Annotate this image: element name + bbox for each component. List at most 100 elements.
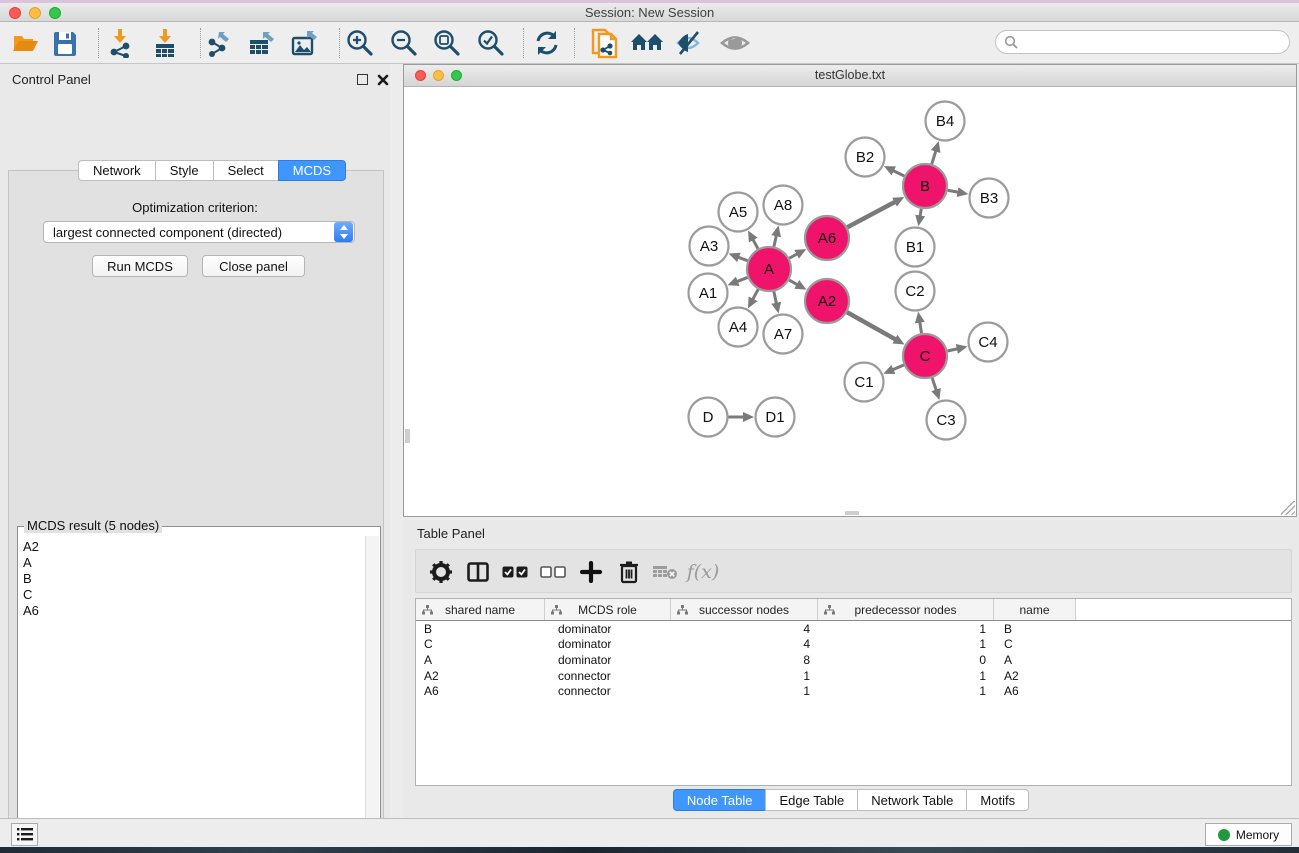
search-input[interactable] [1023, 35, 1289, 49]
home-view-icon[interactable] [630, 27, 664, 59]
network-minimize-button[interactable] [433, 70, 444, 81]
table-row[interactable]: A6connector11A6 [416, 683, 1291, 699]
table-toolbar: f(x) [415, 549, 1292, 593]
graph-edge[interactable] [892, 365, 904, 370]
import-table-icon[interactable] [148, 27, 182, 59]
mcds-result-list[interactable]: A2ABCA6 [19, 536, 365, 853]
graph-edge[interactable] [736, 277, 747, 281]
graph-edge[interactable] [892, 170, 904, 176]
column-header-shared-name[interactable]: shared name [416, 599, 545, 620]
table-cell: connector [545, 669, 671, 683]
column-header-name[interactable]: name [994, 599, 1076, 620]
run-mcds-button[interactable]: Run MCDS [92, 255, 188, 277]
vertical-scroll-thumb[interactable] [405, 429, 410, 443]
memory-label: Memory [1236, 828, 1279, 842]
export-table-icon[interactable] [245, 27, 279, 59]
tab-style[interactable]: Style [155, 160, 213, 181]
deselect-all-checkboxes-icon[interactable] [538, 557, 568, 587]
zoom-in-icon[interactable] [343, 27, 377, 59]
graph-edge[interactable] [847, 312, 896, 340]
app-titlebar: Session: New Session [0, 3, 1299, 22]
table-panel: Table Panel f(x) sh [403, 520, 1299, 818]
graph-edge[interactable] [753, 239, 758, 249]
graph-edge[interactable] [737, 257, 747, 261]
column-header-mcds-role[interactable]: MCDS role [545, 599, 671, 620]
graph-edge[interactable] [948, 190, 959, 192]
export-image-icon[interactable] [288, 27, 322, 59]
export-network-icon[interactable] [203, 27, 237, 59]
zoom-fit-icon[interactable] [430, 27, 464, 59]
table-row[interactable]: Bdominator41B [416, 621, 1291, 637]
delete-column-icon[interactable] [614, 557, 644, 587]
graph-edge[interactable] [920, 209, 921, 217]
show-all-icon[interactable] [718, 27, 752, 59]
new-network-from-selection-icon[interactable] [588, 27, 622, 59]
memory-status-icon [1218, 829, 1230, 841]
table-cell: dominator [545, 622, 671, 636]
tab-motifs[interactable]: Motifs [966, 789, 1029, 811]
graph-edge[interactable] [932, 150, 936, 164]
node-table: shared name MCDS role successor nodes pr… [415, 598, 1292, 786]
table-cell: C [416, 637, 545, 651]
minimize-window-button[interactable] [29, 7, 41, 19]
graph-edge[interactable] [774, 291, 777, 304]
save-session-icon[interactable] [48, 27, 82, 59]
graph-edge[interactable] [920, 321, 922, 333]
tab-select[interactable]: Select [213, 160, 278, 181]
mcds-result-item[interactable]: A2 [23, 539, 365, 555]
close-panel-icon[interactable] [377, 74, 389, 86]
mcds-result-item[interactable]: A6 [23, 603, 365, 619]
network-close-button[interactable] [415, 70, 426, 81]
table-cell: 4 [671, 622, 818, 636]
tab-network[interactable]: Network [78, 160, 155, 181]
graph-node-label: A6 [818, 230, 836, 247]
import-network-icon[interactable] [103, 27, 137, 59]
graph-edge[interactable] [752, 289, 758, 300]
table-cell: 1 [818, 637, 994, 651]
horizontal-scroll-thumb[interactable] [845, 511, 859, 515]
graph-edge[interactable] [789, 280, 798, 285]
open-session-icon[interactable] [8, 27, 42, 59]
zoom-selected-icon[interactable] [474, 27, 508, 59]
zoom-out-icon[interactable] [387, 27, 421, 59]
task-history-button[interactable] [11, 823, 38, 846]
zoom-window-button[interactable] [49, 7, 61, 19]
function-builder-icon[interactable]: f(x) [688, 557, 718, 587]
graph-edge[interactable] [847, 201, 896, 227]
mcds-result-item[interactable]: B [23, 571, 365, 587]
mcds-result-item[interactable]: A [23, 555, 365, 571]
table-row[interactable]: Adominator80A [416, 652, 1291, 668]
add-column-icon[interactable] [576, 557, 606, 587]
column-header-predecessor-nodes[interactable]: predecessor nodes [818, 599, 994, 620]
select-all-checkboxes-icon[interactable] [500, 557, 530, 587]
column-header-successor-nodes[interactable]: successor nodes [671, 599, 818, 620]
refresh-view-icon[interactable] [530, 27, 564, 59]
table-options-gear-icon[interactable] [426, 557, 456, 587]
control-panel-tabs: Network Style Select MCDS [78, 160, 346, 181]
graph-edge[interactable] [932, 378, 936, 391]
graph-edge[interactable] [947, 349, 958, 351]
tab-network-table[interactable]: Network Table [857, 789, 966, 811]
delete-table-icon[interactable] [650, 557, 680, 587]
result-scrollbar[interactable] [365, 536, 379, 853]
split-view-icon[interactable] [463, 557, 493, 587]
memory-button[interactable]: Memory [1205, 823, 1292, 846]
tab-mcds[interactable]: MCDS [278, 160, 346, 181]
criterion-dropdown[interactable]: largest connected component (directed) [43, 221, 355, 243]
tab-edge-table[interactable]: Edge Table [765, 789, 857, 811]
close-panel-button[interactable]: Close panel [202, 255, 305, 277]
float-panel-icon[interactable] [357, 74, 368, 85]
hide-selected-icon[interactable] [673, 27, 707, 59]
resize-grip-icon[interactable] [1281, 501, 1295, 515]
tab-node-table[interactable]: Node Table [673, 789, 766, 811]
graph-edge[interactable] [774, 235, 777, 247]
network-zoom-button[interactable] [451, 70, 462, 81]
network-graph-canvas[interactable]: B4B2BB3A5A8A6A3B1AA1C2A2A4A7C4CC1C3DD1 [404, 87, 1296, 516]
graph-edge[interactable] [789, 254, 798, 259]
table-row[interactable]: A2connector11A2 [416, 668, 1291, 684]
table-row[interactable]: Cdominator41C [416, 637, 1291, 653]
close-window-button[interactable] [9, 7, 21, 19]
table-cell: C [994, 637, 1076, 651]
search-field[interactable] [995, 30, 1290, 54]
mcds-result-item[interactable]: C [23, 587, 365, 603]
